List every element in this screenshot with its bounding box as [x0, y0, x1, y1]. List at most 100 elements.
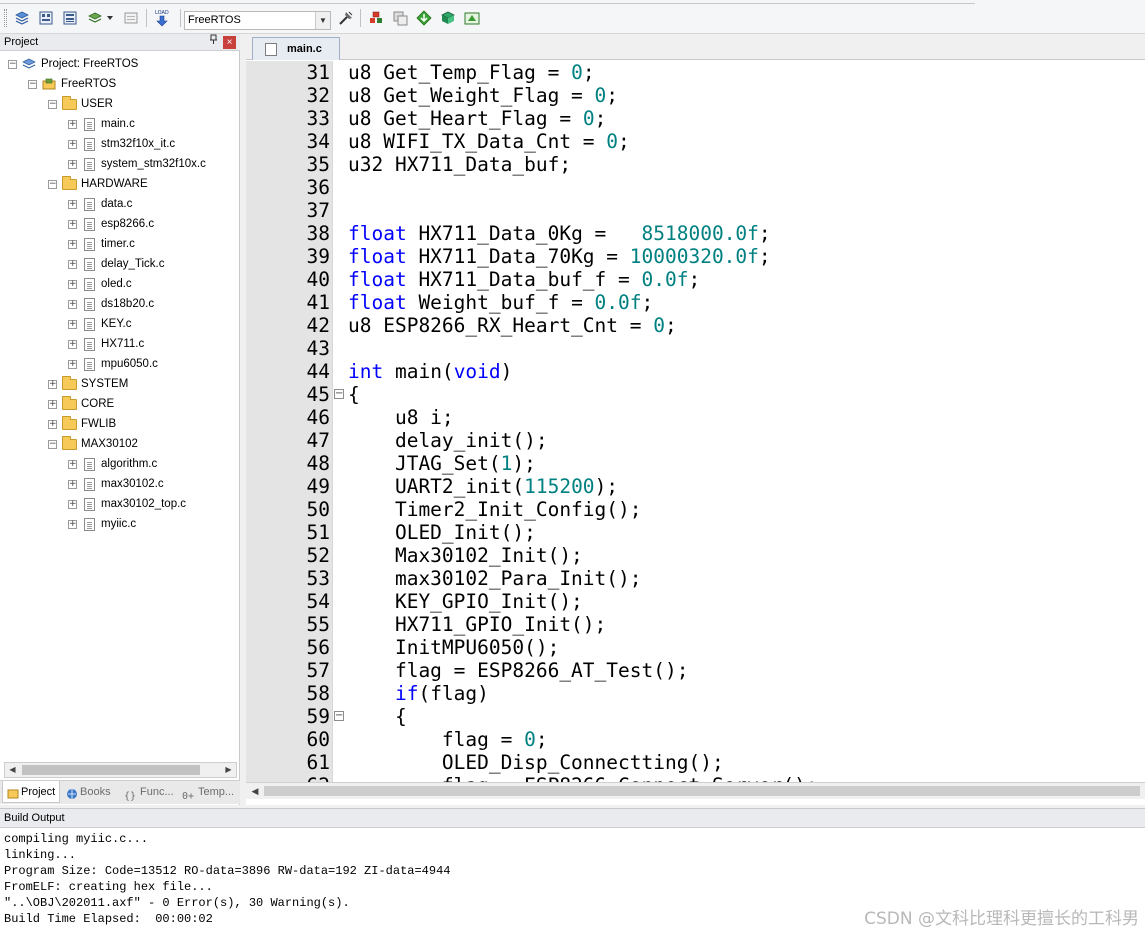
tree-folder-item[interactable]: + SYSTEM	[48, 374, 128, 394]
code-line[interactable]: 47 delay_init();	[246, 429, 1145, 452]
tree-file-item[interactable]: + oled.c	[68, 274, 132, 294]
tree-file-item[interactable]: + ds18b20.c	[68, 294, 154, 314]
code-line[interactable]: 35 u32 HX711_Data_buf;	[246, 153, 1145, 176]
tree-target-item[interactable]: − FreeRTOS	[28, 74, 116, 94]
code-line[interactable]: 46 u8 i;	[246, 406, 1145, 429]
expand-icon[interactable]: +	[48, 419, 57, 429]
expand-icon[interactable]: +	[68, 259, 77, 269]
expand-icon[interactable]: +	[68, 299, 77, 309]
tree-file-item[interactable]: + algorithm.c	[68, 454, 157, 474]
collapse-icon[interactable]: −	[48, 179, 57, 189]
toolbar-grip[interactable]	[4, 9, 7, 27]
event-recorder-icon[interactable]	[462, 8, 482, 28]
code-line[interactable]: 61 OLED_Disp_Connectting();	[246, 751, 1145, 774]
tab-templates[interactable]: 0+ Temp...	[178, 781, 238, 803]
tab-project[interactable]: Project	[2, 781, 60, 803]
tree-file-item[interactable]: + max30102_top.c	[68, 494, 186, 514]
target-options-icon[interactable]	[336, 8, 356, 28]
expand-icon[interactable]: +	[68, 459, 77, 469]
tree-file-item[interactable]: + KEY.c	[68, 314, 131, 334]
code-line[interactable]: 38 float HX711_Data_0Kg = 8518000.0f;	[246, 222, 1145, 245]
batch-build-icon[interactable]	[86, 8, 106, 28]
code-line[interactable]: 32 u8 Get_Weight_Flag = 0;	[246, 84, 1145, 107]
expand-icon[interactable]: +	[68, 119, 77, 129]
tree-file-item[interactable]: + data.c	[68, 194, 132, 214]
scroll-left-icon[interactable]: ◀	[5, 763, 20, 777]
code-line[interactable]: 37	[246, 199, 1145, 222]
code-line[interactable]: 52 Max30102_Init();	[246, 544, 1145, 567]
expand-icon[interactable]: +	[68, 239, 77, 249]
code-line[interactable]: 58 if(flag)	[246, 682, 1145, 705]
expand-icon[interactable]: +	[68, 159, 77, 169]
code-line[interactable]: 62 flag = ESP8266_Connect_Server();	[246, 774, 1145, 782]
tree-file-item[interactable]: + stm32f10x_it.c	[68, 134, 175, 154]
tab-books[interactable]: Books	[62, 781, 118, 803]
tree-folder-item[interactable]: + FWLIB	[48, 414, 116, 434]
editor-scrollbar[interactable]: ◀	[246, 782, 1145, 799]
code-line[interactable]: 39 float HX711_Data_70Kg = 10000320.0f;	[246, 245, 1145, 268]
project-panel-scrollbar[interactable]: ◀ ▶	[4, 762, 237, 778]
expand-icon[interactable]: +	[68, 499, 77, 509]
expand-icon[interactable]: +	[68, 139, 77, 149]
select-packs-icon[interactable]	[438, 8, 458, 28]
expand-icon[interactable]: +	[48, 379, 57, 389]
code-line[interactable]: 53 max30102_Para_Init();	[246, 567, 1145, 590]
fold-collapse-icon[interactable]: −	[334, 389, 344, 399]
code-line[interactable]: 31 u8 Get_Temp_Flag = 0;	[246, 61, 1145, 84]
collapse-icon[interactable]: −	[8, 59, 17, 69]
code-line[interactable]: 43	[246, 337, 1145, 360]
code-line[interactable]: 45−{	[246, 383, 1145, 406]
tree-project-item[interactable]: − Project: FreeRTOS	[8, 54, 138, 74]
code-line[interactable]: 34 u8 WIFI_TX_Data_Cnt = 0;	[246, 130, 1145, 153]
code-line[interactable]: 49 UART2_init(115200);	[246, 475, 1145, 498]
tree-file-item[interactable]: + system_stm32f10x.c	[68, 154, 206, 174]
stop-build-icon[interactable]	[121, 8, 141, 28]
expand-icon[interactable]: +	[68, 479, 77, 489]
expand-icon[interactable]: +	[68, 319, 77, 329]
code-line[interactable]: 51 OLED_Init();	[246, 521, 1145, 544]
expand-icon[interactable]: +	[68, 339, 77, 349]
scroll-right-icon[interactable]: ▶	[221, 763, 236, 777]
code-line[interactable]: 59− {	[246, 705, 1145, 728]
tree-folder-item[interactable]: − USER	[48, 94, 113, 114]
code-area[interactable]: 31 u8 Get_Temp_Flag = 0; 32 u8 Get_Weight_F…	[246, 61, 1145, 782]
code-line[interactable]: 56 InitMPU6050();	[246, 636, 1145, 659]
translate-icon[interactable]	[12, 8, 32, 28]
collapse-icon[interactable]: −	[48, 99, 57, 109]
code-line[interactable]: 41 float Weight_buf_f = 0.0f;	[246, 291, 1145, 314]
code-line[interactable]: 44 int main(void)	[246, 360, 1145, 383]
code-line[interactable]: 36	[246, 176, 1145, 199]
tree-file-item[interactable]: + mpu6050.c	[68, 354, 158, 374]
code-line[interactable]: 42 u8 ESP8266_RX_Heart_Cnt = 0;	[246, 314, 1145, 337]
code-line[interactable]: 33 u8 Get_Heart_Flag = 0;	[246, 107, 1145, 130]
expand-icon[interactable]: +	[68, 519, 77, 529]
tree-file-item[interactable]: + myiic.c	[68, 514, 136, 534]
code-line[interactable]: 57 flag = ESP8266_AT_Test();	[246, 659, 1145, 682]
code-line[interactable]: 50 Timer2_Init_Config();	[246, 498, 1145, 521]
tree-file-item[interactable]: + esp8266.c	[68, 214, 154, 234]
expand-icon[interactable]: +	[68, 279, 77, 289]
tab-main-c[interactable]: main.c	[252, 37, 340, 60]
build-icon[interactable]	[36, 8, 56, 28]
tree-folder-item[interactable]: + CORE	[48, 394, 114, 414]
manage-components-icon[interactable]	[366, 8, 386, 28]
file-extensions-icon[interactable]	[390, 8, 410, 28]
code-line[interactable]: 40 float HX711_Data_buf_f = 0.0f;	[246, 268, 1145, 291]
scrollbar-thumb[interactable]	[22, 765, 200, 775]
pin-icon[interactable]	[209, 34, 218, 51]
rebuild-icon[interactable]	[60, 8, 80, 28]
expand-icon[interactable]: +	[68, 359, 77, 369]
tree-file-item[interactable]: + max30102.c	[68, 474, 164, 494]
code-line[interactable]: 55 HX711_GPIO_Init();	[246, 613, 1145, 636]
chevron-down-icon[interactable]: ▼	[315, 12, 330, 29]
tree-file-item[interactable]: + main.c	[68, 114, 135, 134]
code-line[interactable]: 48 JTAG_Set(1);	[246, 452, 1145, 475]
batch-build-dropdown-icon[interactable]	[104, 8, 116, 28]
tree-file-item[interactable]: + delay_Tick.c	[68, 254, 165, 274]
target-select[interactable]: FreeRTOS ▼	[184, 11, 331, 30]
tree-folder-item[interactable]: − MAX30102	[48, 434, 138, 454]
close-icon[interactable]: ×	[223, 36, 236, 49]
expand-icon[interactable]: +	[48, 399, 57, 409]
code-line[interactable]: 60 flag = 0;	[246, 728, 1145, 751]
tree-file-item[interactable]: + HX711.c	[68, 334, 144, 354]
